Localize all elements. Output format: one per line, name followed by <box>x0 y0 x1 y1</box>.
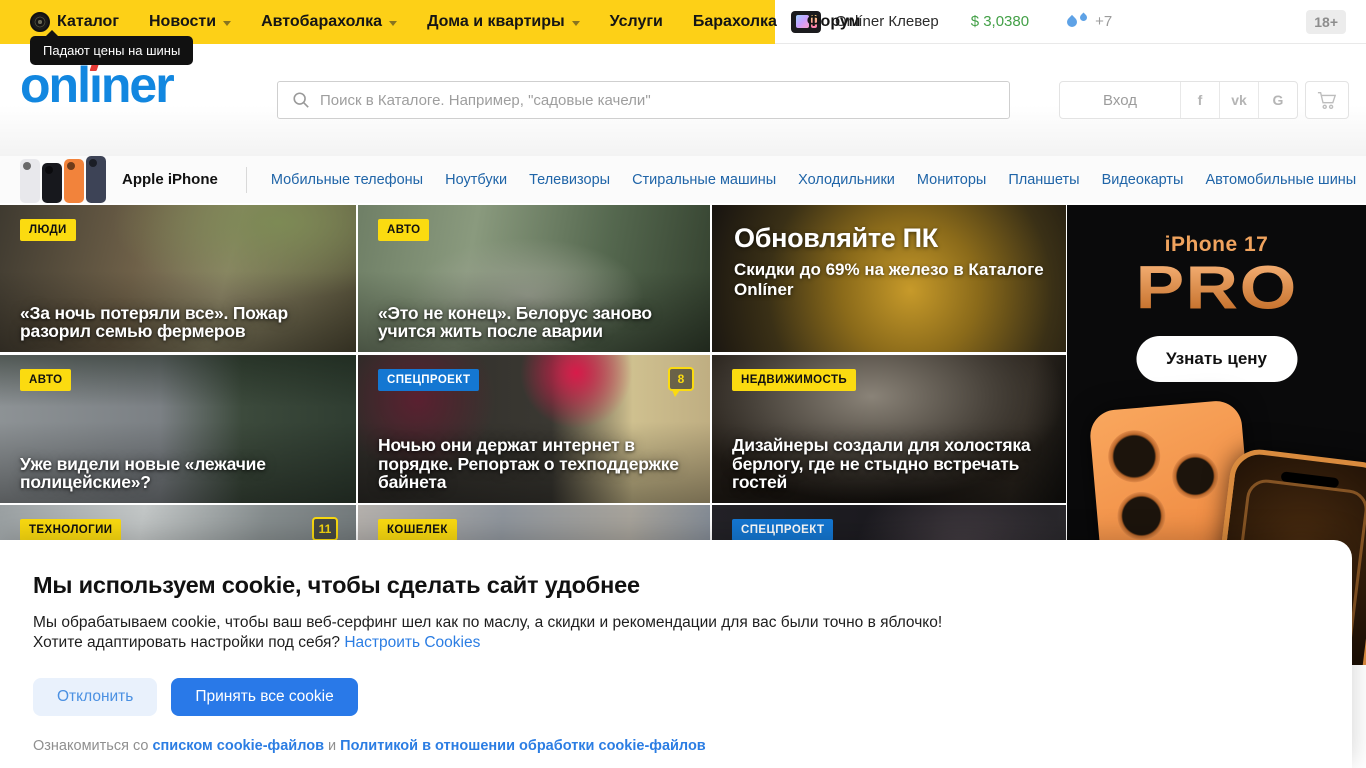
news-title: Дизайнеры создали для холостяка берлогу,… <box>732 435 1031 492</box>
comments-count-badge[interactable]: 8 <box>668 367 694 397</box>
cookie-body: Мы обрабатываем cookie, чтобы ваш веб-се… <box>33 614 943 652</box>
cart-button[interactable] <box>1305 81 1349 119</box>
top-nav-label: Каталог <box>57 13 119 30</box>
weather-widget[interactable]: +7 <box>1065 12 1113 30</box>
auth-group: Вход f vk G <box>1059 81 1298 119</box>
weather-temp: +7 <box>1095 13 1113 30</box>
cookie-policy-link[interactable]: Политикой в отношении обработки cookie-ф… <box>340 738 706 754</box>
divider <box>245 166 247 193</box>
onliner-homepage: Каталог Новости Автобарахолка Дома и ква… <box>0 0 1366 768</box>
catalog-link-laptops[interactable]: Ноутбуки <box>445 172 507 188</box>
catalog-link-monitors[interactable]: Мониторы <box>917 172 986 188</box>
catalog-link-gpus[interactable]: Видеокарты <box>1102 172 1184 188</box>
rubric-badge[interactable]: ЛЮДИ <box>20 219 76 241</box>
promo-tile-pc[interactable]: Обновляйте ПК Скидки до 69% на железо в … <box>712 205 1066 352</box>
top-nav-barakholka[interactable]: Барахолка <box>693 13 777 31</box>
news-tile-bachelor-den[interactable]: НЕДВИЖИМОСТЬ Дизайнеры создали для холос… <box>712 355 1066 503</box>
top-nav-autobarakholka[interactable]: Автобарахолка <box>261 13 398 31</box>
login-button[interactable]: Вход <box>1060 82 1180 118</box>
cookie-footer: Ознакомиться со списком cookie-файлов и … <box>33 737 706 754</box>
facebook-login-button[interactable]: f <box>1180 82 1219 118</box>
top-nav-label: Новости <box>148 13 217 30</box>
cookie-title: Мы используем cookie, чтобы сделать сайт… <box>33 572 640 598</box>
catalog-link-fridges[interactable]: Холодильники <box>798 172 895 188</box>
onliner-logo[interactable]: onlı ner <box>20 56 175 110</box>
chevron-down-icon <box>389 20 398 26</box>
news-tile-tech-support[interactable]: СПЕЦПРОЕКТ 8 Ночью они держат интернет в… <box>358 355 710 503</box>
top-nav-label: Автобарахолка <box>261 13 383 30</box>
top-bar: Каталог Новости Автобарахолка Дома и ква… <box>0 0 1366 65</box>
catalog-tooltip[interactable]: Падают цены на шины <box>30 30 194 65</box>
catalog-link-washers[interactable]: Стиральные машины <box>632 172 776 188</box>
rubric-badge[interactable]: СПЕЦПРОЕКТ <box>732 519 834 541</box>
rubric-badge[interactable]: АВТО <box>20 369 72 391</box>
search-icon <box>293 92 309 108</box>
rain-icon <box>1078 12 1089 23</box>
rain-icon <box>1065 14 1080 29</box>
top-nav-realty[interactable]: Дома и квартиры <box>427 13 580 31</box>
iphone-thumbnail[interactable] <box>20 156 108 203</box>
news-title: Уже видели новые «лежачие полицейские»? <box>20 453 266 492</box>
chevron-down-icon <box>223 20 232 26</box>
top-nav-label: Форум <box>806 13 861 30</box>
promo-title: Обновляйте ПК <box>734 223 938 253</box>
rubric-badge[interactable]: АВТО <box>378 219 430 241</box>
top-nav-forum[interactable]: Форум <box>807 13 861 31</box>
top-nav-news[interactable]: Новости <box>148 13 232 31</box>
cart-icon <box>1317 92 1337 110</box>
rubric-badge[interactable]: ТЕХНОЛОГИИ <box>20 519 122 541</box>
news-title: «За ночь потеряли все». Пожар разорил се… <box>20 302 288 341</box>
news-tile-speed-bumps[interactable]: АВТО Уже видели новые «лежачие полицейск… <box>0 355 356 503</box>
top-bar-widgets: Onlíner Клевер $ 3,0380 +7 18+ <box>775 0 1366 44</box>
catalog-link-tablets[interactable]: Планшеты <box>1008 172 1079 188</box>
rubric-badge[interactable]: НЕДВИЖИМОСТЬ <box>732 369 857 391</box>
search-input[interactable] <box>320 91 1009 109</box>
google-login-button[interactable]: G <box>1258 82 1297 118</box>
top-nav-services[interactable]: Услуги <box>610 13 663 31</box>
catalog-links: Мобильные телефоны Ноутбуки Телевизоры С… <box>271 172 1356 188</box>
news-tile-farmers[interactable]: ЛЮДИ «За ночь потеряли все». Пожар разор… <box>0 205 356 352</box>
currency-rate[interactable]: $ 3,0380 <box>971 13 1029 30</box>
catalog-link-tires[interactable]: Автомобильные шины <box>1205 172 1356 188</box>
catalog-link-phones[interactable]: Мобильные телефоны <box>271 172 423 188</box>
news-title: «Это не конец». Белорус заново учится жи… <box>378 302 652 341</box>
vk-login-button[interactable]: vk <box>1219 82 1258 118</box>
search-box <box>277 81 1010 119</box>
top-nav-label: Барахолка <box>692 13 777 30</box>
catalog-nav: Apple iPhone Мобильные телефоны Ноутбуки… <box>0 156 1366 203</box>
promo-subtitle: Скидки до 69% на железо в Каталоге Onlín… <box>734 260 1044 299</box>
age-badge: 18+ <box>1306 9 1346 34</box>
header: onlıner Вход f vk G <box>0 44 1366 156</box>
catalog-featured-apple-iphone[interactable]: Apple iPhone <box>122 171 218 188</box>
top-nav-catalog[interactable]: Каталог <box>30 12 119 32</box>
top-nav: Каталог Новости Автобарахолка Дома и ква… <box>0 0 860 65</box>
tire-icon <box>30 12 50 32</box>
cookie-decline-button[interactable]: Отклонить <box>33 677 158 716</box>
ad-title: PRO <box>1067 254 1366 324</box>
cookie-banner: Мы используем cookie, чтобы сделать сайт… <box>0 540 1352 768</box>
news-tile-accident[interactable]: АВТО «Это не конец». Белорус заново учит… <box>358 205 710 352</box>
rubric-badge[interactable]: КОШЕЛЕК <box>378 519 457 541</box>
comments-count-badge[interactable]: 11 <box>312 517 338 547</box>
cookie-accept-button[interactable]: Принять все cookie <box>171 677 358 716</box>
cookie-list-link[interactable]: списком cookie-файлов <box>152 738 324 754</box>
catalog-link-tvs[interactable]: Телевизоры <box>529 172 610 188</box>
top-nav-label: Услуги <box>609 13 663 30</box>
top-nav-label: Дома и квартиры <box>427 13 565 30</box>
news-title: Ночью они держат интернет в порядке. Реп… <box>378 435 679 492</box>
ad-cta-button[interactable]: Узнать цену <box>1135 336 1298 382</box>
chevron-down-icon <box>571 20 580 26</box>
configure-cookies-link[interactable]: Настроить Cookies <box>344 634 480 651</box>
rubric-badge[interactable]: СПЕЦПРОЕКТ <box>378 369 480 391</box>
